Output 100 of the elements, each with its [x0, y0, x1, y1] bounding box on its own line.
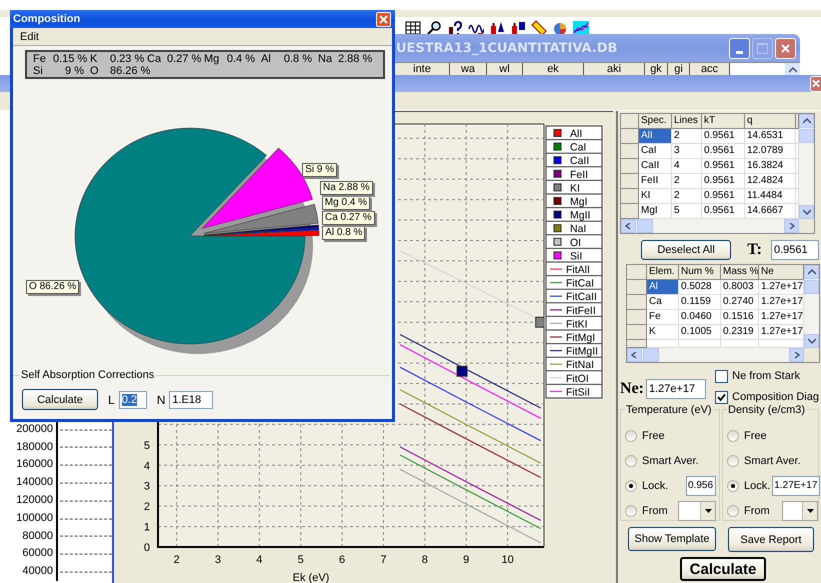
line-chart-icon[interactable] — [573, 20, 589, 36]
arrow-right-icon[interactable] — [793, 352, 800, 358]
input-field[interactable]: 1.27e+17 — [646, 379, 706, 399]
checkbox[interactable] — [715, 390, 728, 404]
row-header[interactable] — [621, 144, 639, 159]
row-header[interactable] — [621, 204, 639, 219]
arrow-left-icon[interactable] — [631, 352, 638, 358]
table-cell[interactable]: FeII — [639, 174, 672, 189]
table-cell[interactable]: Fe — [647, 310, 679, 325]
caret-icon[interactable] — [806, 508, 814, 512]
table-cell[interactable]: 0.9561 — [702, 144, 745, 159]
scroll-left-button[interactable] — [627, 348, 642, 362]
input-field[interactable]: 0.9561 — [771, 240, 819, 260]
table-cell[interactable]: 0.9561 — [702, 174, 745, 189]
arrow-right-icon[interactable] — [788, 222, 795, 230]
table-cell[interactable]: CaII — [639, 159, 672, 174]
row-header[interactable] — [621, 159, 639, 174]
menu-item[interactable]: Edit — [17, 30, 42, 42]
column-header[interactable]: Spec. — [639, 114, 672, 129]
scroll-right-button[interactable] — [784, 219, 799, 233]
input-field[interactable]: 1.E18 — [169, 390, 214, 408]
scroll-up-button[interactable] — [804, 265, 819, 279]
table-cell[interactable]: K — [647, 325, 679, 340]
radio-button[interactable] — [727, 504, 739, 516]
input-field[interactable]: 0.2 — [118, 390, 147, 408]
vertical-scrollbar[interactable] — [799, 114, 814, 219]
close-icon[interactable] — [780, 42, 791, 54]
column-header[interactable]: ek — [523, 63, 584, 76]
radio-button[interactable] — [727, 454, 739, 466]
row-header[interactable] — [621, 189, 639, 204]
column-header[interactable]: Elem. — [647, 265, 679, 280]
column-header[interactable]: inte — [395, 63, 450, 76]
column-header[interactable]: aki — [584, 63, 645, 76]
table-cell[interactable]: 12.4824 — [745, 174, 796, 189]
table-cell[interactable]: 0.2740 — [721, 295, 759, 310]
table-cell[interactable]: 0.1005 — [679, 325, 721, 340]
table-cell[interactable]: 0.0460 — [679, 310, 721, 325]
radio-button[interactable] — [625, 504, 637, 516]
table-cell[interactable]: 16.3824 — [745, 159, 796, 174]
column-header[interactable]: gk — [645, 63, 668, 76]
calculate-button[interactable]: Calculate — [680, 557, 766, 581]
caret-icon[interactable] — [704, 508, 712, 512]
row-header[interactable] — [627, 325, 647, 340]
bottle-icon[interactable] — [510, 20, 526, 36]
table-cell[interactable]: Ca — [647, 295, 679, 310]
deselect-all-button[interactable]: Deselect All — [641, 240, 732, 260]
arrow-down-icon[interactable] — [808, 338, 816, 344]
action-button[interactable]: Save Report — [728, 527, 814, 552]
table-cell[interactable]: 2 — [672, 174, 702, 189]
row-header[interactable] — [627, 280, 647, 295]
row-header[interactable] — [621, 114, 639, 129]
bottle-icon[interactable] — [489, 20, 505, 36]
column-header[interactable]: kT — [702, 114, 745, 129]
scrollbar-thumb[interactable] — [643, 348, 659, 362]
scrollbar-thumb[interactable] — [804, 280, 819, 294]
table-cell[interactable]: 14.6531 — [745, 129, 796, 144]
column-header[interactable]: acc — [690, 63, 730, 76]
arrow-up-icon[interactable] — [788, 66, 796, 72]
close-button[interactable] — [775, 38, 796, 58]
table-cell[interactable]: 2 — [672, 129, 702, 144]
close-icon[interactable] — [811, 78, 821, 89]
row-header[interactable] — [627, 295, 647, 310]
search-icon[interactable] — [426, 20, 442, 36]
scroll-down-button[interactable] — [799, 205, 814, 219]
table-cell[interactable]: 0.1516 — [721, 310, 759, 325]
table-cell[interactable]: CaI — [639, 144, 672, 159]
column-header[interactable]: q — [745, 114, 796, 129]
column-header[interactable]: Num % — [679, 265, 721, 280]
radio-button[interactable] — [625, 480, 637, 492]
scroll-up-button[interactable] — [785, 63, 800, 76]
column-header[interactable]: wa — [450, 63, 487, 76]
table-cell[interactable]: 1.27e+17 — [759, 295, 804, 310]
table-cell[interactable]: Al — [647, 280, 679, 295]
ruler-icon[interactable] — [531, 20, 547, 36]
row-header[interactable] — [627, 265, 647, 280]
table-cell[interactable]: 11.4484 — [745, 189, 796, 204]
row-header[interactable] — [621, 174, 639, 189]
scrollbar-thumb[interactable] — [799, 129, 814, 143]
table-cell[interactable]: 1.27e+17 — [759, 310, 804, 325]
scroll-down-button[interactable] — [804, 334, 819, 348]
scroll-right-button[interactable] — [789, 348, 804, 362]
column-header[interactable]: Ne — [759, 265, 804, 280]
arrow-up-icon[interactable] — [802, 118, 810, 124]
table-cell[interactable]: 12.0789 — [745, 144, 796, 159]
column-header[interactable]: wl — [487, 63, 523, 76]
calculate-button[interactable]: Calculate — [22, 389, 98, 410]
table-cell[interactable]: 0.5028 — [679, 280, 721, 295]
row-header[interactable] — [627, 310, 647, 325]
input-field[interactable]: 0.956 — [686, 476, 716, 496]
input-field[interactable]: 1.27E+17 — [772, 476, 820, 496]
table-cell[interactable]: 0.1159 — [679, 295, 721, 310]
radio-button[interactable] — [625, 430, 637, 442]
close-button[interactable] — [810, 76, 821, 92]
table-cell[interactable]: 0.9561 — [702, 129, 745, 144]
scroll-up-button[interactable] — [799, 114, 814, 128]
table-cell[interactable]: 4 — [672, 159, 702, 174]
arrow-up-icon[interactable] — [808, 269, 816, 275]
row-header[interactable] — [627, 340, 647, 348]
radio-button[interactable] — [625, 454, 637, 466]
column-header[interactable]: Lines — [672, 114, 702, 129]
